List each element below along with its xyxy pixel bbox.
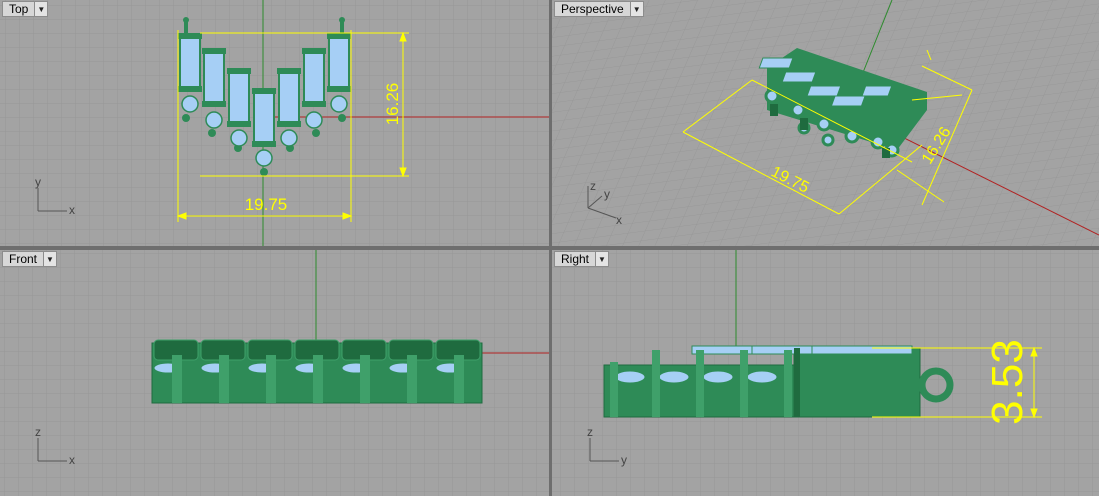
dropdown-arrow-icon[interactable]: ▼ <box>596 251 610 267</box>
dim-width-top: 19.75 <box>245 195 288 214</box>
svg-text:y: y <box>35 175 41 189</box>
front-view-canvas: x z <box>0 250 549 496</box>
right-view-canvas: 3.53 y z <box>552 250 1099 496</box>
viewport-perspective[interactable]: 19.75 16.26 x y z Perspective ▼ <box>552 0 1099 246</box>
viewport-title-front[interactable]: Front ▼ <box>2 251 58 267</box>
viewport-name: Perspective <box>554 1 631 17</box>
viewport-top[interactable]: 19.75 16.26 x y Top ▼ <box>0 0 549 246</box>
model-front <box>151 339 483 404</box>
viewport-front[interactable]: x z Front ▼ <box>0 250 549 496</box>
viewport-name: Front <box>2 251 45 267</box>
perspective-view-canvas: 19.75 16.26 x y z <box>552 0 1099 246</box>
svg-text:y: y <box>604 187 610 201</box>
top-view-canvas: 19.75 16.26 x y <box>0 0 549 246</box>
dropdown-arrow-icon[interactable]: ▼ <box>630 1 644 17</box>
svg-text:x: x <box>616 213 622 227</box>
viewport-title-perspective[interactable]: Perspective ▼ <box>554 1 644 17</box>
svg-text:y: y <box>621 453 627 467</box>
viewport-title-top[interactable]: Top ▼ <box>2 1 49 17</box>
viewport-name: Right <box>554 251 597 267</box>
svg-text:z: z <box>590 179 596 193</box>
svg-text:x: x <box>69 453 75 467</box>
viewport-right[interactable]: 3.53 y z Right ▼ <box>552 250 1099 496</box>
svg-text:z: z <box>35 425 41 439</box>
dim-depth-top: 16.26 <box>383 83 402 126</box>
svg-text:x: x <box>69 203 75 217</box>
dropdown-arrow-icon[interactable]: ▼ <box>44 251 58 267</box>
dropdown-arrow-icon[interactable]: ▼ <box>35 1 49 17</box>
svg-text:z: z <box>587 425 593 439</box>
viewport-name: Top <box>2 1 36 17</box>
dim-height-right: 3.53 <box>983 339 1032 425</box>
viewport-title-right[interactable]: Right ▼ <box>554 251 610 267</box>
